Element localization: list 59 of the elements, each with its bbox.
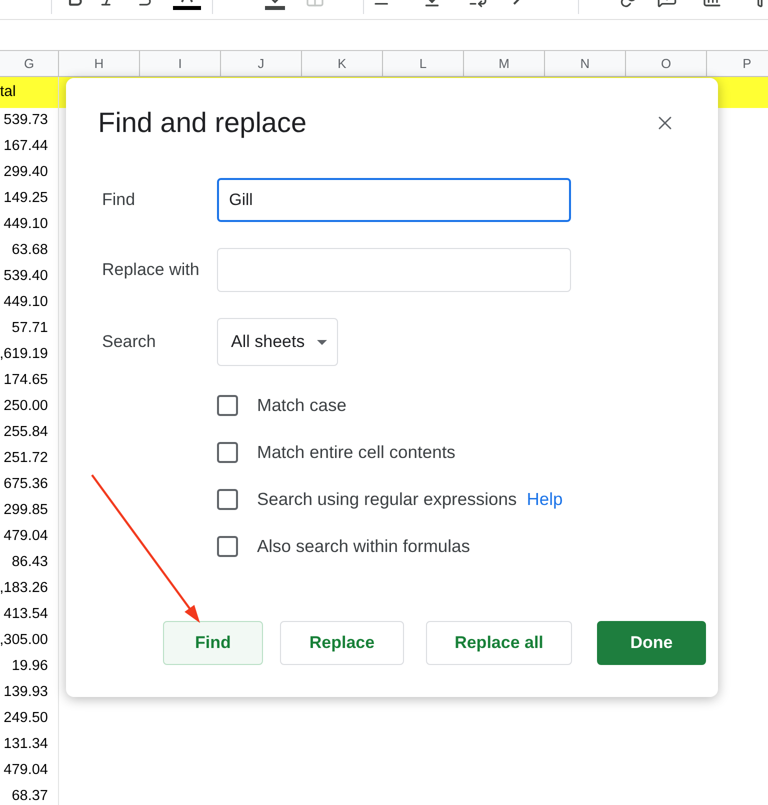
table-cell-text: 131.34	[4, 735, 48, 754]
checkbox[interactable]	[217, 536, 238, 557]
table-cell-text: 250.00	[4, 397, 48, 416]
option-label: Also search within formulas	[257, 535, 470, 558]
field-label: Replace with	[102, 259, 200, 282]
column-header[interactable]: I	[140, 51, 221, 76]
field-label: Search	[102, 331, 157, 354]
table-cell-text: 539.73	[4, 111, 48, 130]
dialog-title: Find and replace	[98, 106, 307, 140]
table-cell-text: 479.04	[4, 527, 48, 546]
table-cell-text: 299.85	[4, 501, 48, 520]
checkbox[interactable]	[217, 395, 238, 416]
input-field[interactable]	[217, 248, 571, 292]
dialog-button[interactable]: Replace	[280, 621, 404, 665]
table-cell-text: 68.37	[12, 787, 48, 805]
table-cell-text: 139.93	[4, 683, 48, 702]
table-cell-text: ,183.26	[0, 579, 48, 598]
table-cell-text: 19.96	[12, 657, 48, 676]
table-cell-text: 174.65	[4, 371, 48, 390]
done-button[interactable]: Done	[597, 621, 706, 665]
table-cell-text: 479.04	[4, 761, 48, 780]
column-header[interactable]: K	[302, 51, 383, 76]
column-header[interactable]: P	[707, 51, 768, 76]
table-cell-text: 167.44	[4, 137, 48, 156]
table-cell-text: 63.68	[12, 241, 48, 260]
table-cell-text: 249.50	[4, 709, 48, 728]
table-cell-text: 299.40	[4, 163, 48, 182]
column-header[interactable]: H	[59, 51, 140, 76]
column-header[interactable]: N	[545, 51, 626, 76]
table-cell-text: 251.72	[4, 449, 48, 468]
table-cell-text: 86.43	[12, 553, 48, 572]
table-cell-text: 449.10	[4, 215, 48, 234]
help-link[interactable]: Help	[526, 486, 563, 513]
dialog-button[interactable]: Find	[163, 621, 263, 665]
column-header[interactable]: M	[464, 51, 545, 76]
table-cell-text: 539.40	[4, 267, 48, 286]
table-cell-text: 413.54	[4, 605, 48, 624]
table-cell-text: 255.84	[4, 423, 48, 442]
option-label: Match case	[257, 394, 346, 418]
column-header[interactable]: G	[0, 51, 59, 76]
option-label: Search using regular expressions	[257, 488, 517, 512]
table-cell-text: 57.71	[12, 319, 48, 338]
option-label: Match entire cell contents	[257, 441, 456, 464]
column-header[interactable]: L	[383, 51, 464, 76]
dialog-button[interactable]: Replace all	[426, 621, 572, 665]
table-cell-text: ,619.19	[0, 345, 48, 364]
table-cell-text: ,305.00	[0, 631, 48, 650]
table-cell-text: 449.10	[4, 293, 48, 312]
caret-icon	[317, 340, 327, 344]
table-cell: tal	[0, 77, 59, 108]
input-field[interactable]: Gill	[217, 178, 571, 222]
checkbox[interactable]	[217, 442, 238, 463]
field-label: Find	[102, 189, 136, 212]
column-header[interactable]: J	[221, 51, 302, 76]
checkbox[interactable]	[217, 489, 238, 510]
table-cell-text: 675.36	[4, 475, 48, 494]
table-cell-text: 149.25	[4, 189, 48, 208]
search-scope-dropdown[interactable]: All sheets	[217, 318, 338, 366]
column-header[interactable]: O	[626, 51, 707, 76]
